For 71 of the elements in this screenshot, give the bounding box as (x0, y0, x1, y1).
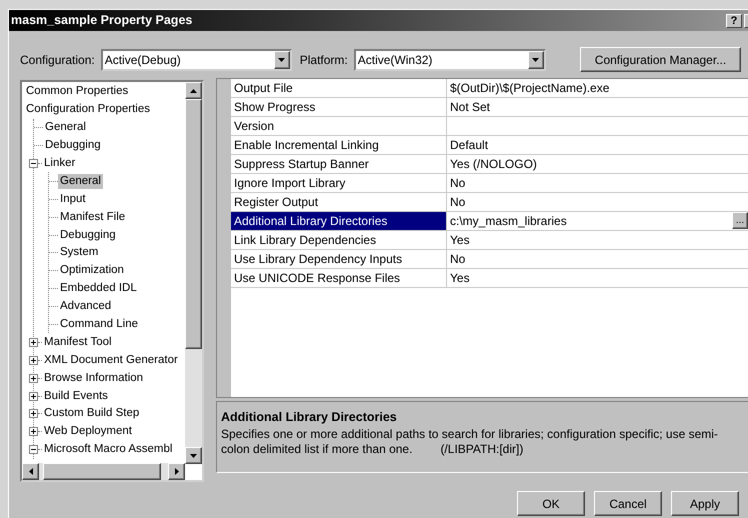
property-value: $(OutDir)\$(ProjectName).exe (450, 80, 610, 97)
tree-item[interactable]: Web Deployment (42, 424, 134, 440)
property-name[interactable]: Use UNICODE Response Files (231, 269, 447, 287)
tree-item[interactable]: Command Line (58, 317, 140, 332)
property-name[interactable]: Register Output (231, 193, 447, 211)
scroll-up-icon[interactable] (190, 88, 197, 92)
tree-item[interactable]: Optimization (58, 263, 126, 278)
property-value: No (450, 251, 466, 268)
tree-item[interactable]: Custom Build Step (42, 406, 142, 422)
property-name[interactable]: Show Progress (231, 98, 447, 116)
description-title: Additional Library Directories (221, 409, 398, 426)
scroll-down-icon[interactable] (190, 454, 197, 458)
tree-item[interactable]: Microsoft Macro Assembl (42, 442, 174, 458)
tree-item[interactable]: Configuration Properties (24, 102, 152, 118)
property-name[interactable]: Ignore Import Library (231, 174, 447, 192)
configuration-manager-button[interactable]: Configuration Manager... (580, 47, 741, 72)
tree-item[interactable]: Debugging (43, 138, 103, 154)
property-value: Default (450, 137, 488, 154)
expand-icon[interactable] (29, 392, 38, 401)
tree-item[interactable]: XML Document Generator (42, 352, 180, 368)
property-name[interactable]: Additional Library Directories (231, 212, 447, 230)
description-text: Specifies one or more additional paths to search for libraries; configuration specific; use semi-colon delimited list if more than one. (/LIBPATH:[dir]) (221, 426, 719, 457)
tree-item[interactable]: Manifest Tool (42, 334, 114, 350)
caret-icon (532, 58, 540, 62)
property-name[interactable]: Suppress Startup Banner (231, 155, 447, 173)
help-button[interactable]: ? (726, 14, 742, 28)
scroll-right-icon[interactable] (174, 468, 178, 475)
dialog-button[interactable]: OK (517, 491, 585, 516)
caret-icon (278, 58, 286, 62)
tree-item[interactable]: Input (58, 192, 88, 207)
dialog-button[interactable]: Apply (671, 491, 739, 516)
expand-icon[interactable] (29, 356, 38, 365)
dialog-button[interactable]: Cancel (594, 491, 662, 516)
window-title: masm_sample Property Pages (11, 12, 192, 30)
property-value: c:\my_masm_libraries (450, 213, 567, 230)
property-value: No (450, 194, 466, 211)
property-value: Yes (450, 232, 470, 249)
horizontal-scrollbar[interactable] (22, 463, 185, 480)
tree-item[interactable]: Common Properties (24, 84, 130, 100)
tree-item[interactable]: Embedded IDL (58, 281, 139, 296)
tree-item[interactable]: Manifest File (58, 210, 128, 225)
expand-icon[interactable] (29, 338, 38, 347)
platform-label: Platform: (300, 52, 348, 68)
property-name[interactable]: Version (231, 117, 447, 135)
vertical-scrollbar[interactable] (185, 82, 202, 464)
property-name[interactable]: Enable Incremental Linking (231, 136, 447, 154)
scroll-left-icon[interactable] (28, 468, 32, 475)
tree-item[interactable]: System (58, 245, 100, 260)
tree-item[interactable]: Linker (42, 156, 78, 171)
collapse-icon[interactable] (29, 159, 38, 168)
expand-icon[interactable] (29, 427, 38, 436)
tree-item[interactable]: Advanced (58, 299, 114, 314)
collapse-icon[interactable] (29, 445, 38, 454)
property-name[interactable]: Link Library Dependencies (231, 231, 447, 249)
configuration-dropdown[interactable]: Active(Debug) (100, 48, 292, 70)
property-value: Not Set (450, 99, 490, 116)
tree-item[interactable]: Build Events (42, 388, 110, 404)
expand-icon[interactable] (29, 374, 38, 383)
tree-item[interactable]: Browse Information (42, 370, 146, 386)
property-name[interactable]: Output File (231, 79, 447, 97)
property-name[interactable]: Use Library Dependency Inputs (231, 250, 447, 268)
expand-icon[interactable] (29, 409, 38, 418)
platform-dropdown[interactable]: Active(Win32) (354, 48, 546, 70)
tree-item[interactable]: Debugging (58, 228, 118, 243)
tree-item[interactable]: General (43, 120, 88, 136)
property-value: No (450, 175, 466, 192)
property-value: Yes (450, 270, 470, 287)
browse-button[interactable]: ... (732, 212, 748, 229)
tree-item[interactable]: General (58, 174, 103, 189)
property-value: Yes (/NOLOGO) (450, 156, 537, 173)
configuration-label: Configuration: (20, 52, 95, 68)
